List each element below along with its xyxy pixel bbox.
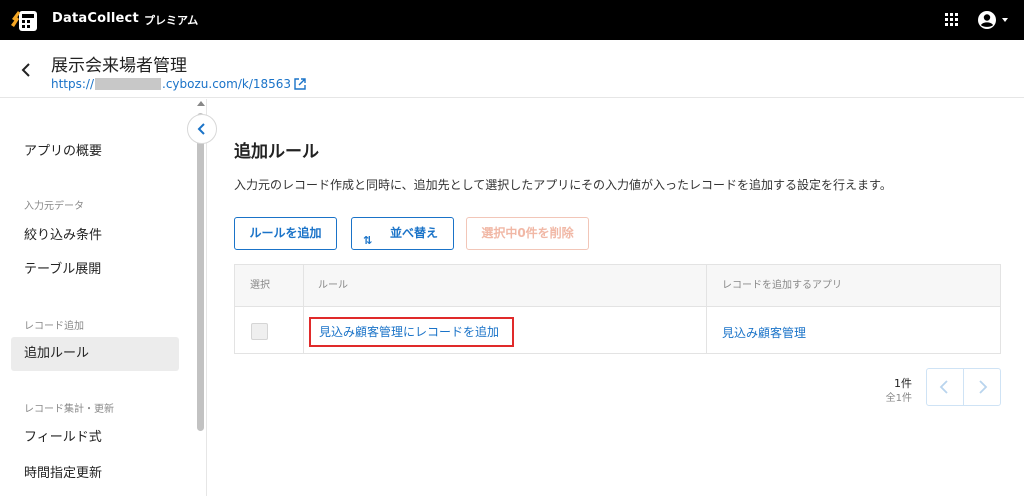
chevron-left-icon xyxy=(197,123,205,135)
column-divider xyxy=(303,265,304,353)
header-select: 選択 xyxy=(250,280,270,291)
sidebar-item-app-overview[interactable]: アプリの概要 xyxy=(11,135,179,169)
rules-table: 選択 ルール レコードを追加するアプリ 見込み顧客管理にレコードを追加 見込み顧… xyxy=(234,264,1001,354)
page-title: 追加ルール xyxy=(234,142,319,162)
delete-selected-button[interactable]: 選択中0件を削除 xyxy=(466,217,589,250)
datacollect-logo-icon[interactable] xyxy=(10,7,38,33)
add-rule-button[interactable]: ルールを追加 xyxy=(234,217,337,250)
sort-button-label: 並べ替え xyxy=(390,226,439,240)
scrollbar-thumb[interactable] xyxy=(197,113,204,431)
chevron-left-icon xyxy=(939,380,948,394)
top-bar: DataCollect プレミアム xyxy=(0,0,1024,40)
url-prefix: https:// xyxy=(51,77,95,91)
next-page-button[interactable] xyxy=(963,368,1001,406)
plan-label: プレミアム xyxy=(144,14,199,27)
sidebar-item-field-formula[interactable]: フィールド式 xyxy=(11,421,179,455)
app-url-link[interactable]: https:// .cybozu.com/k/18563 xyxy=(51,77,306,91)
table-header: 選択 ルール レコードを追加するアプリ xyxy=(235,265,1000,307)
user-account-icon xyxy=(978,11,1008,29)
chevron-right-icon xyxy=(979,380,988,394)
sidebar-item-table-expand[interactable]: テーブル展開 xyxy=(11,253,179,287)
header-rule: ルール xyxy=(318,280,348,291)
back-arrow-icon[interactable] xyxy=(16,60,36,80)
url-suffix: .cybozu.com/k/18563 xyxy=(162,77,292,91)
sidebar-section-input-data: 入力元データ xyxy=(24,201,84,212)
sidebar-item-scheduled-update[interactable]: 時間指定更新 xyxy=(11,457,179,491)
scroll-up-arrow-icon[interactable] xyxy=(197,101,205,106)
page-description: 入力元のレコード作成と同時に、追加先として選択したアプリにその入力値が入ったレコ… xyxy=(234,178,892,192)
brand-name: DataCollect xyxy=(52,11,139,26)
sort-icon: ⇅ xyxy=(363,234,372,247)
target-app-link[interactable]: 見込み顧客管理 xyxy=(722,324,806,341)
sidebar-item-filter-conditions[interactable]: 絞り込み条件 xyxy=(11,219,179,253)
rule-link[interactable]: 見込み顧客管理にレコードを追加 xyxy=(309,317,514,347)
app-header: 展示会来場者管理 https:// .cybozu.com/k/18563 xyxy=(0,40,1024,98)
external-link-icon xyxy=(294,78,306,90)
row-select-checkbox[interactable] xyxy=(251,323,268,340)
app-title: 展示会来場者管理 xyxy=(51,56,187,76)
prev-page-button[interactable] xyxy=(926,368,964,406)
sidebar: アプリの概要 入力元データ 絞り込み条件 テーブル展開 レコード追加 追加ルール… xyxy=(0,99,207,496)
url-redacted-mask xyxy=(95,78,162,90)
pagination-total: 全1件 xyxy=(885,393,912,404)
sort-button[interactable]: ⇅ 並べ替え xyxy=(351,217,454,250)
sidebar-item-add-rules[interactable]: 追加ルール xyxy=(11,337,179,371)
sidebar-section-record-add: レコード追加 xyxy=(24,321,84,332)
sidebar-section-aggregate-update: レコード集計・更新 xyxy=(24,404,114,415)
grid-icon[interactable] xyxy=(945,13,959,27)
header-target-app: レコードを追加するアプリ xyxy=(722,280,842,291)
sidebar-scrollbar[interactable] xyxy=(196,99,206,496)
column-divider xyxy=(706,265,707,353)
sidebar-collapse-button[interactable] xyxy=(187,114,217,144)
user-menu-button[interactable] xyxy=(976,9,1012,31)
